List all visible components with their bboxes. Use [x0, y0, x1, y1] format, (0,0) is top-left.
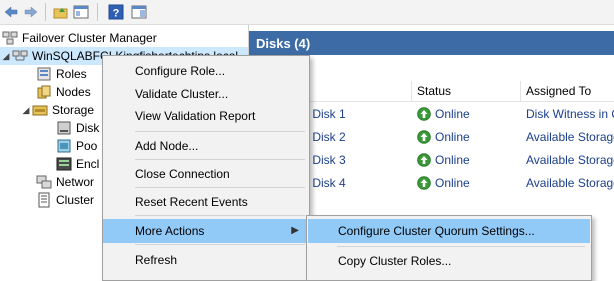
online-status-icon — [417, 153, 431, 167]
online-status-icon — [417, 107, 431, 121]
disk-name: r Disk 4 — [305, 176, 346, 190]
disk-assigned-to: Disk Witness in Qu — [526, 107, 614, 121]
collapse-icon[interactable]: ◢ — [0, 47, 12, 65]
menu-item-configure-role[interactable]: Configure Role... — [103, 59, 309, 83]
disk-status: Online — [435, 153, 470, 167]
menu-item-label: View Validation Report — [135, 109, 256, 123]
menu-separator — [135, 215, 305, 216]
back-arrow-icon[interactable] — [3, 4, 19, 20]
online-status-icon — [417, 130, 431, 144]
disk-status: Online — [435, 107, 470, 121]
menu-item-view-validation-report[interactable]: View Validation Report — [103, 104, 309, 128]
column-separator[interactable] — [411, 81, 412, 101]
disks-header: Disks (4) — [249, 31, 614, 55]
menu-item-reset-recent-events[interactable]: Reset Recent Events — [103, 190, 309, 214]
cluster-events-icon — [38, 192, 50, 208]
disk-name: r Disk 3 — [305, 153, 346, 167]
tree-root-failover-cluster-manager[interactable]: Failover Cluster Manager — [2, 29, 157, 47]
tree-item-storage[interactable]: ◢ Storage — [20, 101, 95, 119]
tree-item-disks[interactable]: Disk — [56, 119, 99, 137]
disk-name: r Disk 2 — [305, 130, 346, 144]
menu-item-validate-cluster[interactable]: Validate Cluster... — [103, 82, 309, 106]
tree-item-pools[interactable]: Poo — [56, 137, 97, 155]
help-icon[interactable]: ? — [108, 4, 124, 20]
online-status-icon — [417, 176, 431, 190]
toolbar-separator — [45, 3, 46, 21]
disk-assigned-to: Available Storage — [526, 130, 614, 144]
submenu-item-copy-cluster-roles[interactable]: Copy Cluster Roles... — [308, 249, 590, 273]
column-header-status[interactable]: Status — [417, 84, 451, 98]
tree-item-nodes[interactable]: Nodes — [36, 83, 91, 101]
menu-separator — [135, 131, 305, 132]
menu-item-label: Copy Cluster Roles... — [338, 254, 452, 268]
menu-item-label: Add Node... — [135, 139, 199, 153]
nodes-icon — [37, 85, 51, 99]
tree-item-label: Storage — [52, 103, 95, 117]
tree-item-label: Nodes — [56, 85, 91, 99]
submenu-item-configure-quorum[interactable]: Configure Cluster Quorum Settings... — [308, 219, 590, 243]
menu-item-label: Configure Cluster Quorum Settings... — [338, 224, 535, 238]
menu-separator — [337, 246, 585, 247]
tree-item-label: Cluster — [56, 193, 95, 207]
cluster-manager-icon — [2, 31, 18, 45]
disk-assigned-to: Available Storage — [526, 153, 614, 167]
tree-root-label: Failover Cluster Manager — [22, 31, 157, 45]
disk-assigned-to: Available Storage — [526, 176, 614, 190]
svg-text:?: ? — [113, 8, 120, 20]
more-actions-submenu: Configure Cluster Quorum Settings... Cop… — [306, 215, 592, 281]
disk-status: Online — [435, 130, 470, 144]
disk-status: Online — [435, 176, 470, 190]
forward-arrow-icon[interactable] — [23, 4, 39, 20]
column-header-assigned-to[interactable]: Assigned To — [526, 84, 591, 98]
roles-icon — [37, 67, 51, 81]
menu-separator — [135, 244, 305, 245]
storage-icon — [32, 105, 48, 116]
column-separator[interactable] — [520, 81, 521, 101]
tree-item-label: Encl — [76, 157, 100, 171]
pools-icon — [57, 139, 71, 153]
menu-item-label: Configure Role... — [135, 64, 226, 78]
submenu-arrow-icon: ▶ — [291, 225, 299, 236]
toolbar-separator — [97, 3, 98, 21]
menu-separator — [135, 187, 305, 188]
cluster-icon — [12, 50, 28, 61]
collapse-icon[interactable]: ◢ — [20, 101, 32, 119]
tree-item-roles[interactable]: Roles — [36, 65, 87, 83]
tree-item-cluster-events[interactable]: Cluster — [36, 191, 94, 209]
toolbar: ? — [0, 0, 614, 25]
action-pane-icon[interactable] — [131, 4, 147, 20]
enclosures-icon — [56, 157, 72, 171]
menu-item-label: Refresh — [135, 253, 178, 267]
menu-item-close-connection[interactable]: Close Connection — [103, 162, 309, 186]
tree-item-label: Networ — [56, 175, 95, 189]
tree-item-enclosures[interactable]: Encl — [56, 155, 99, 173]
menu-item-label: Validate Cluster... — [135, 87, 229, 101]
context-menu: Configure Role... Validate Cluster... Vi… — [102, 55, 310, 281]
tree-item-label: Roles — [56, 67, 87, 81]
networks-icon — [36, 175, 52, 189]
menu-item-more-actions[interactable]: More Actions ▶ — [103, 219, 309, 243]
show-hide-console-tree-icon[interactable] — [73, 4, 89, 20]
disks-icon — [57, 121, 71, 135]
tree-item-label: Disk — [76, 121, 100, 135]
menu-item-add-node[interactable]: Add Node... — [103, 134, 309, 158]
menu-item-refresh[interactable]: Refresh — [103, 248, 309, 272]
tree-item-networks[interactable]: Networ — [36, 173, 94, 191]
tree-item-label: Poo — [76, 139, 98, 153]
menu-separator — [135, 159, 305, 160]
menu-item-label: More Actions — [135, 224, 205, 238]
menu-item-label: Reset Recent Events — [135, 195, 248, 209]
menu-item-label: Close Connection — [135, 167, 230, 181]
up-folder-icon[interactable] — [53, 4, 69, 20]
disk-name: r Disk 1 — [305, 107, 346, 121]
